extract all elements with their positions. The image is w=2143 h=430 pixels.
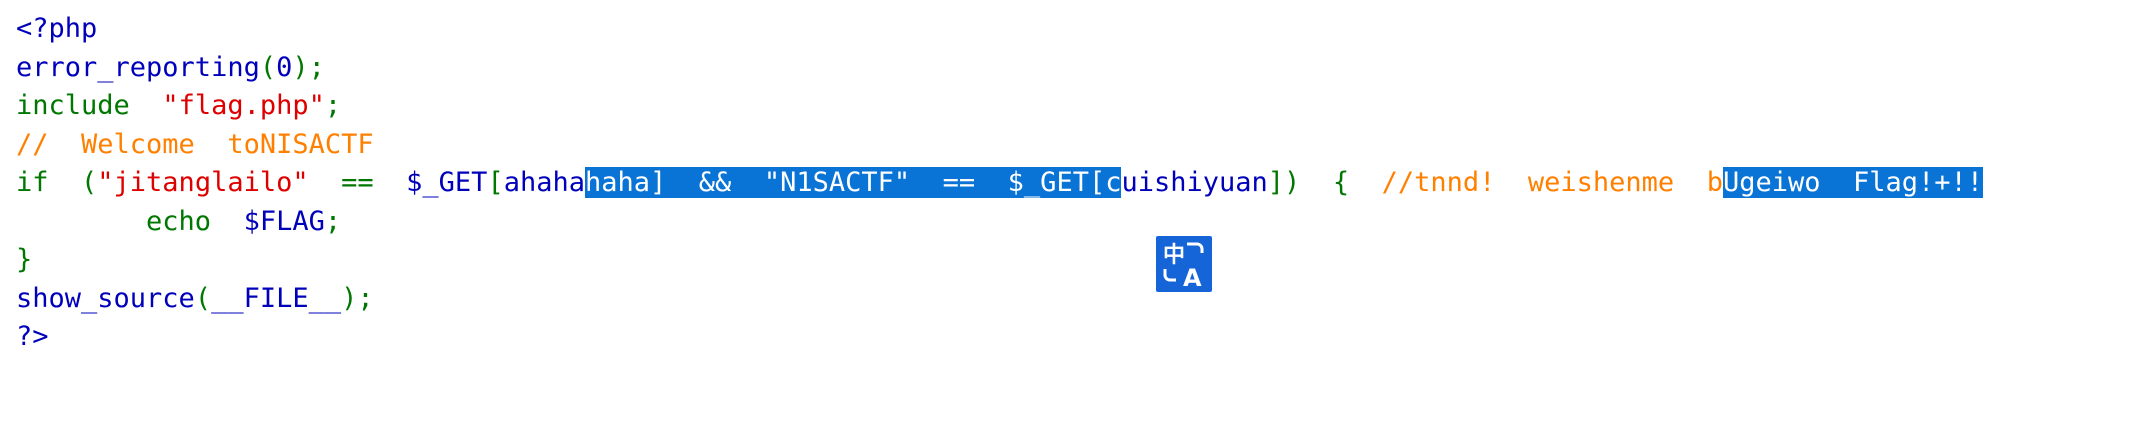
code-token: <?php [16, 13, 98, 44]
php-source-code: <?php error_reporting(0); include "flag.ph… [16, 10, 1984, 357]
code-token: == [308, 167, 407, 198]
code-token: ?> [16, 321, 49, 352]
code-line: error_reporting(0); [16, 49, 1983, 88]
selected-code-token: ] && [650, 167, 764, 198]
code-token: include [16, 90, 163, 121]
code-line: <?php [16, 10, 1983, 49]
selected-code-token: $_GET [1007, 167, 1089, 198]
selected-code-token: "N1SACTF" [763, 167, 911, 198]
translate-arrow-bottom [1163, 269, 1176, 282]
code-token: if ( [16, 167, 98, 198]
code-line: ?> [16, 318, 1983, 357]
translate-arrow-top [1187, 242, 1204, 253]
code-line: } [16, 241, 1983, 280]
code-token: 0 [276, 51, 293, 83]
code-token: "jitanglailo" [97, 167, 309, 198]
code-token: [ [487, 167, 504, 198]
code-token: $FLAG [243, 205, 325, 237]
translate-glyph-a: A [1183, 264, 1202, 292]
code-token: $_GET [406, 167, 488, 198]
code-line: echo $FLAG; [16, 203, 1983, 242]
code-token: ); [341, 282, 374, 314]
code-token: __FILE__ [211, 282, 342, 314]
code-token: uishiyuan [1121, 167, 1268, 198]
code-line: // Welcome toNISACTF [16, 126, 1983, 165]
page-viewport: <?php error_reporting(0); include "flag.ph… [0, 0, 2143, 430]
code-token: // Welcome toNISACTF [16, 128, 374, 160]
code-token: } [16, 244, 33, 275]
code-token: ; [324, 90, 342, 121]
code-token: ]) { [1267, 167, 1382, 198]
code-token: ; [324, 205, 342, 237]
translate-glyph-zh: 中 [1163, 243, 1185, 268]
code-token: //tnnd! weishenme b [1381, 167, 1723, 198]
translate-icon: 中 A [1163, 242, 1204, 292]
code-token: echo [16, 205, 244, 237]
selected-code-token: c [1105, 167, 1122, 198]
selected-code-token: Ugeiwo Flag!+!! [1722, 167, 1984, 198]
selected-code-token: [ [1088, 167, 1106, 198]
code-token: error_reporting [16, 51, 260, 83]
code-token: ); [292, 51, 325, 83]
code-token: ahaha [503, 167, 585, 198]
code-line: include "flag.php"; [16, 87, 1983, 126]
code-token: "flag.php" [162, 90, 325, 121]
code-token: ( [259, 51, 277, 83]
selected-code-token: == [910, 167, 1008, 198]
translate-button[interactable]: 中 A [1156, 236, 1212, 292]
code-line: show_source(__FILE__); [16, 280, 1983, 319]
code-line: if ("jitanglailo" == $_GET[ahahahaha] &&… [16, 164, 1984, 203]
code-token: show_source [16, 282, 195, 314]
selected-code-token: haha [584, 167, 651, 198]
code-token: ( [194, 282, 212, 314]
